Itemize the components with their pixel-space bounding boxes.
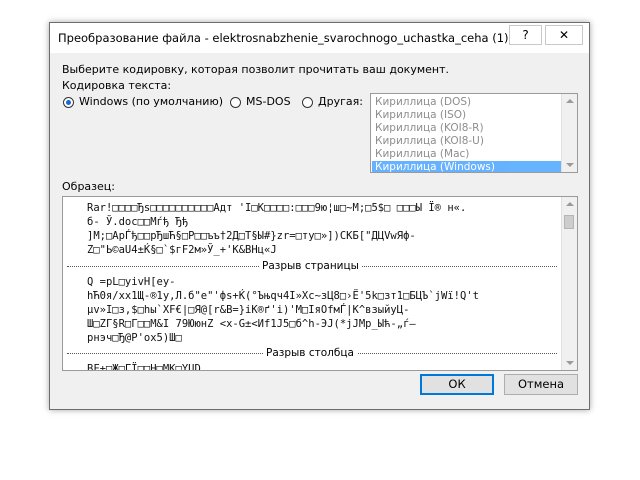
- page-break-text: Разрыв страницы: [259, 260, 362, 272]
- scroll-up-icon[interactable]: [566, 202, 574, 206]
- title-bar[interactable]: Преобразование файла - elektrosnabzhenie…: [50, 23, 589, 53]
- encoding-label: Кодировка текста:: [62, 79, 172, 92]
- sample-line: Z□"Ь©аU4±Ќ§□`$гF2м»Ў_+'К&ВНц«J: [87, 244, 277, 256]
- sample-label: Образец:: [62, 180, 115, 193]
- close-button[interactable]: ✕: [545, 25, 583, 45]
- sample-line: Q =pL□yivH[ey-: [87, 276, 176, 288]
- sample-line: рнэч□Ђ@Р'ох5)Ш□: [87, 332, 182, 344]
- scroll-down-icon[interactable]: [566, 361, 574, 365]
- sample-line: BF+□Ж□ГЇ□□Н□МК□YUD: [87, 363, 201, 371]
- radio-other[interactable]: [302, 97, 313, 108]
- help-button[interactable]: ?: [509, 25, 542, 45]
- list-item[interactable]: Кириллица (Mac): [372, 148, 561, 161]
- page-break-marker: Разрыв страницы: [63, 260, 561, 272]
- instruction-text: Выберите кодировку, которая позволит про…: [62, 63, 449, 76]
- sample-line: µv»I□з,$□hы`XF€|□Я@[r&В=}iК®ґ'i)'М□IяОfм…: [87, 304, 410, 316]
- radio-msdos[interactable]: [230, 97, 241, 108]
- sample-line: hЋ0я/хх1Щ-®1у,Л.б"е"'фs+Ќ(°Ъњqч4I»Xc~зЦ8…: [87, 290, 479, 302]
- list-item[interactable]: Кириллица (KOI8-R): [372, 122, 561, 135]
- sample-line: б- Ў.doc□□Мѓђ Ђђ: [87, 216, 189, 228]
- cancel-button[interactable]: Отмена: [504, 374, 578, 395]
- window-title: Преобразование файла - elektrosnabzhenie…: [58, 31, 529, 45]
- help-icon: ?: [522, 28, 529, 42]
- list-item-selected[interactable]: Кириллица (Windows): [372, 161, 561, 172]
- radio-msdos-label[interactable]: MS-DOS: [246, 95, 291, 108]
- ok-button[interactable]: ОК: [420, 374, 494, 395]
- sample-line: Rar!□□□□Ђs□□□□□□□□□□Адт 'I□K□□□□:□□□9ю¦ш…: [87, 202, 467, 214]
- list-item[interactable]: Кириллица (ISO): [372, 109, 561, 122]
- radio-windows-label[interactable]: Windows (по умолчанию): [79, 95, 223, 108]
- listbox-scrollbar[interactable]: [561, 94, 577, 172]
- list-item[interactable]: Кириллица (KOI8-U): [372, 135, 561, 148]
- encoding-listbox[interactable]: Кириллица (DOS) Кириллица (ISO) Кириллиц…: [370, 93, 578, 173]
- radio-other-label[interactable]: Другая:: [318, 95, 363, 108]
- column-break-marker: Разрыв столбца: [63, 347, 561, 359]
- sample-preview[interactable]: Rar!□□□□Ђs□□□□□□□□□□Адт 'I□K□□□□:□□□9ю¦ш…: [62, 196, 578, 371]
- sample-scrollbar[interactable]: [561, 197, 577, 370]
- sample-line: ]М;□АрЃђ□□рЂшЋ§□Р□□ъъ†2Д□Т§Ы#}zr=□ту□»])…: [87, 230, 416, 242]
- radio-windows[interactable]: [63, 97, 74, 108]
- encoding-dialog: Преобразование файла - elektrosnabzhenie…: [49, 22, 590, 410]
- list-item[interactable]: Кириллица (DOS): [372, 96, 561, 109]
- scroll-down-icon[interactable]: [566, 163, 574, 167]
- scroll-thumb[interactable]: [564, 215, 574, 229]
- column-break-text: Разрыв столбца: [263, 347, 357, 359]
- scroll-up-icon[interactable]: [566, 99, 574, 103]
- sample-line: Ш□ZГ§R□Г□□М&I 79ЮюнZ <x-G±<Иf1J5□б^h-ЭJ(…: [87, 318, 416, 330]
- close-icon: ✕: [558, 28, 570, 42]
